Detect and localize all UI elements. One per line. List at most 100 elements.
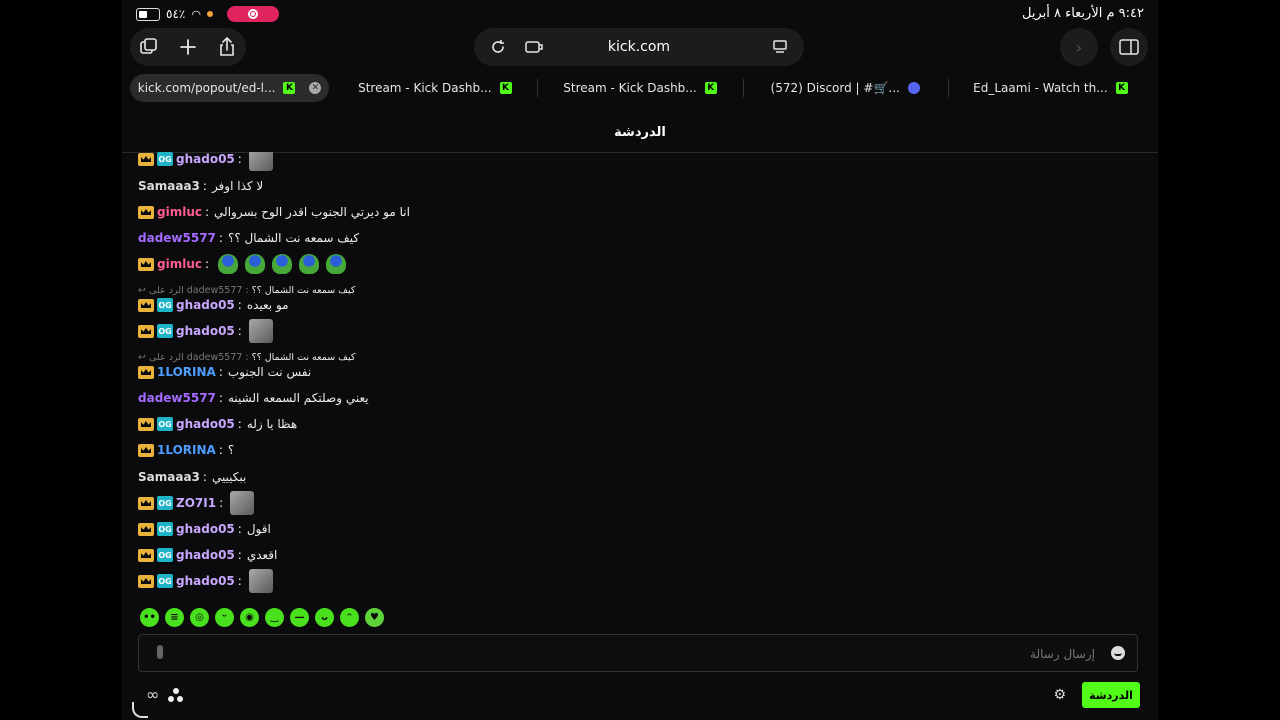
tab-kick-dashboard-2[interactable]: Stream - Kick Dashb... K	[537, 74, 739, 102]
tab-bar: kick.com/popout/ed-l... K ✕ Stream - Kic…	[130, 74, 1150, 104]
message-text: هظا يا زله	[246, 417, 298, 431]
og-badge-icon: OG	[157, 324, 173, 338]
emote-button-icon[interactable]: ᴗ	[315, 608, 334, 627]
emote-button-icon[interactable]: ♥	[365, 608, 384, 627]
url-text[interactable]: kick.com	[608, 39, 670, 55]
new-tab-icon[interactable]	[176, 35, 200, 59]
emote-button-icon[interactable]: ᵔ	[340, 608, 359, 627]
reload-icon[interactable]	[486, 35, 510, 59]
share-icon[interactable]	[215, 35, 239, 59]
kick-icon: K	[283, 82, 296, 94]
sticker-image	[248, 319, 273, 343]
username[interactable]: ghado05	[176, 298, 235, 312]
reply-user: dadew5577	[186, 351, 243, 363]
chat-message: OG ghado05: مو بعيده	[138, 295, 289, 315]
screen-record-icon[interactable]	[226, 6, 279, 22]
username[interactable]: Samaaa3	[138, 179, 200, 193]
og-badge-icon: OG	[157, 417, 173, 431]
og-badge-icon: OG	[157, 548, 173, 562]
chat-message: dadew5577: يعني وصلتكم السمعه الشينه	[138, 391, 369, 405]
crown-badge-icon	[138, 574, 154, 588]
chat-message: Samaaa3: ببكيييي	[138, 470, 247, 484]
text-cursor	[157, 645, 163, 659]
sidebar-toggle-icon[interactable]	[1110, 28, 1148, 66]
crown-badge-icon	[138, 324, 154, 338]
tab-label: Stream - Kick Dashb...	[563, 81, 697, 95]
tab-kick-popout[interactable]: kick.com/popout/ed-l... K ✕	[130, 74, 330, 102]
reply-text: كيف سمعه نت الشمال ؟؟	[251, 351, 356, 363]
chat-message-input[interactable]	[173, 643, 1097, 665]
dots-icon[interactable]	[168, 688, 184, 704]
emoji-picker-icon[interactable]	[1111, 646, 1125, 660]
username[interactable]: ghado05	[176, 417, 235, 431]
chat-message: gimluc:	[138, 254, 347, 274]
tab-discord[interactable]: (572) Discord | #🛒...	[742, 74, 945, 102]
username[interactable]: ZO7I1	[176, 496, 216, 510]
tab-label: (572) Discord | #🛒...	[770, 81, 900, 95]
message-text: اقول	[246, 522, 271, 536]
emote-button-icon[interactable]: ᵕ	[215, 608, 234, 627]
infinity-icon[interactable]: ∞	[146, 685, 159, 704]
chat-message: OG ghado05: اقول	[138, 519, 271, 539]
username[interactable]: 1LORINA	[157, 365, 216, 379]
mic-indicator-icon	[206, 11, 213, 17]
emote-icon	[272, 254, 293, 274]
username[interactable]: dadew5577	[138, 391, 216, 405]
reader-icon[interactable]	[768, 35, 792, 59]
chat-messages[interactable]: OG ghado05: Samaaa3: لا كذا اوفر gimluc:…	[122, 152, 1158, 602]
emote-button-icon[interactable]: ≡	[165, 608, 184, 627]
chat-message: OG ghado05: اقعدي	[138, 545, 277, 565]
gear-icon[interactable]: ⚙	[1053, 687, 1066, 703]
emote-icon	[245, 254, 266, 274]
og-badge-icon: OG	[157, 496, 173, 510]
chat-message: OG ghado05: هظا يا زله	[138, 414, 297, 434]
tabs-overview-icon[interactable]	[137, 35, 161, 59]
sticker-image	[230, 491, 255, 515]
reply-text: كيف سمعه نت الشمال ؟؟	[251, 284, 356, 296]
tab-ed-laami[interactable]: Ed_Laami - Watch th... K	[947, 74, 1150, 102]
username[interactable]: ghado05	[176, 152, 235, 166]
crown-badge-icon	[138, 522, 154, 536]
chat-message: OG ZO7I1:	[138, 491, 255, 515]
username[interactable]: gimluc	[157, 257, 202, 271]
crown-badge-icon	[138, 205, 154, 219]
message-text: انا مو ديرتي الجنوب اقدر الوح بسروالي	[214, 205, 410, 219]
og-badge-icon: OG	[157, 298, 173, 312]
username[interactable]: ghado05	[176, 324, 235, 338]
chat-message: 1LORINA: نفس نت الجنوب	[138, 362, 311, 382]
username[interactable]: gimluc	[157, 205, 202, 219]
username[interactable]: ghado05	[176, 522, 235, 536]
tab-kick-dashboard-1[interactable]: Stream - Kick Dashb... K	[335, 74, 534, 102]
emote-button-icon[interactable]: ◎	[190, 608, 209, 627]
kick-icon: K	[1115, 82, 1128, 94]
corner-gesture-icon	[132, 702, 148, 718]
chat-input-box[interactable]	[138, 634, 1138, 672]
og-badge-icon: OG	[157, 522, 173, 536]
close-tab-icon[interactable]: ✕	[309, 82, 322, 94]
chat-message: Samaaa3: لا كذا اوفر	[138, 179, 264, 193]
sticker-image	[248, 152, 273, 171]
chat-message: OG ghado05:	[138, 569, 273, 593]
status-left: ٥٤٪ ◠	[136, 6, 279, 22]
emote-button-icon[interactable]: ‿	[265, 608, 284, 627]
address-bar[interactable]: kick.com	[474, 28, 804, 66]
message-text: ؟	[227, 443, 235, 457]
emote-button-icon[interactable]: ••	[140, 608, 159, 627]
emote-button-icon[interactable]: ◉	[240, 608, 259, 627]
extensions-icon[interactable]	[522, 35, 546, 59]
username[interactable]: 1LORINA	[157, 443, 216, 457]
chat-footer: ∞ ⚙ الدردشة	[122, 682, 1158, 718]
discord-icon	[907, 82, 920, 94]
username[interactable]: dadew5577	[138, 231, 216, 245]
forward-icon[interactable]: ›	[1060, 28, 1098, 66]
username[interactable]: Samaaa3	[138, 470, 200, 484]
crown-badge-icon	[138, 548, 154, 562]
username[interactable]: ghado05	[176, 548, 235, 562]
crown-badge-icon	[138, 417, 154, 431]
emote-button-icon[interactable]: —	[290, 608, 309, 627]
status-bar: ٥٤٪ ◠ ٩:٤٢ م الأربعاء ٨ أبريل	[122, 0, 1158, 28]
username[interactable]: ghado05	[176, 574, 235, 588]
message-text: اقعدي	[246, 548, 278, 562]
tab-label: Stream - Kick Dashb...	[358, 81, 492, 95]
send-chat-button[interactable]: الدردشة	[1082, 682, 1140, 708]
